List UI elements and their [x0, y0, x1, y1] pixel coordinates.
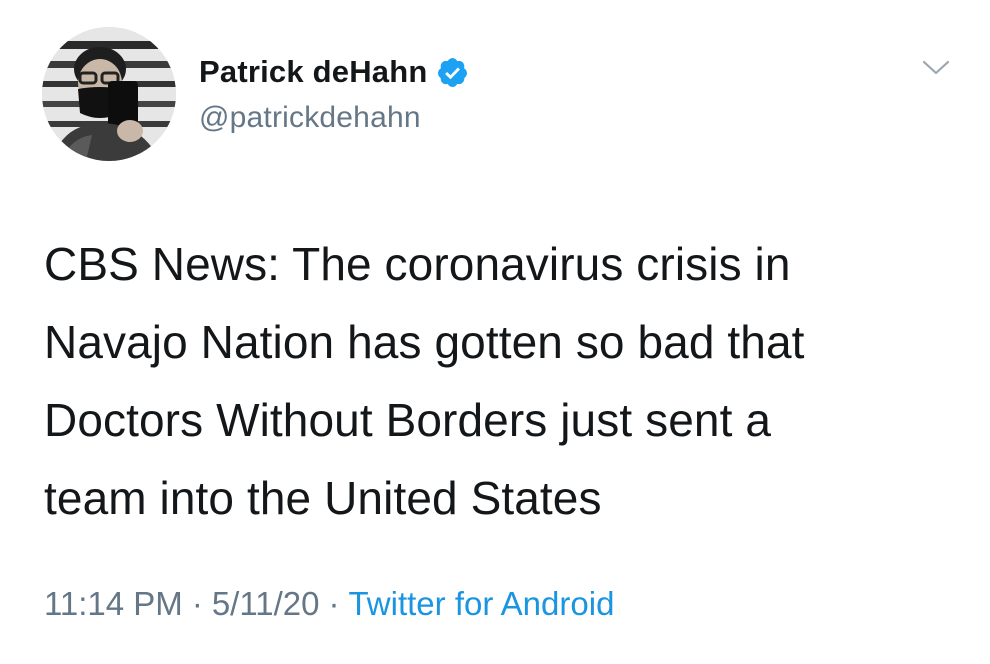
verified-badge-icon	[436, 56, 469, 89]
tweet-text-line: team into the United States	[44, 472, 602, 524]
tweet-text: CBS News: The coronavirus crisis in Nava…	[44, 225, 944, 537]
tweet-source-link[interactable]: Twitter for Android	[348, 585, 614, 622]
avatar[interactable]	[42, 27, 176, 161]
tweet-card: Patrick deHahn @patrickdehahn CBS News: …	[0, 0, 990, 664]
tweet-date[interactable]: 5/11/20	[212, 585, 320, 622]
tweet-text-line: CBS News: The coronavirus crisis in	[44, 238, 791, 290]
tweet-text-line: Doctors Without Borders just sent a	[44, 394, 772, 446]
tweet-time[interactable]: 11:14 PM	[44, 585, 183, 622]
chevron-down-icon[interactable]	[920, 56, 952, 80]
user-handle[interactable]: @patrickdehahn	[199, 101, 421, 135]
user-name-row[interactable]: Patrick deHahn	[199, 52, 469, 92]
tweet-meta: 11:14 PM · 5/11/20 · Twitter for Android	[44, 585, 614, 623]
meta-separator: ·	[328, 585, 340, 622]
display-name[interactable]: Patrick deHahn	[199, 54, 428, 90]
meta-separator: ·	[191, 585, 203, 622]
tweet-text-line: Navajo Nation has gotten so bad that	[44, 316, 805, 368]
avatar-photo	[42, 27, 176, 161]
